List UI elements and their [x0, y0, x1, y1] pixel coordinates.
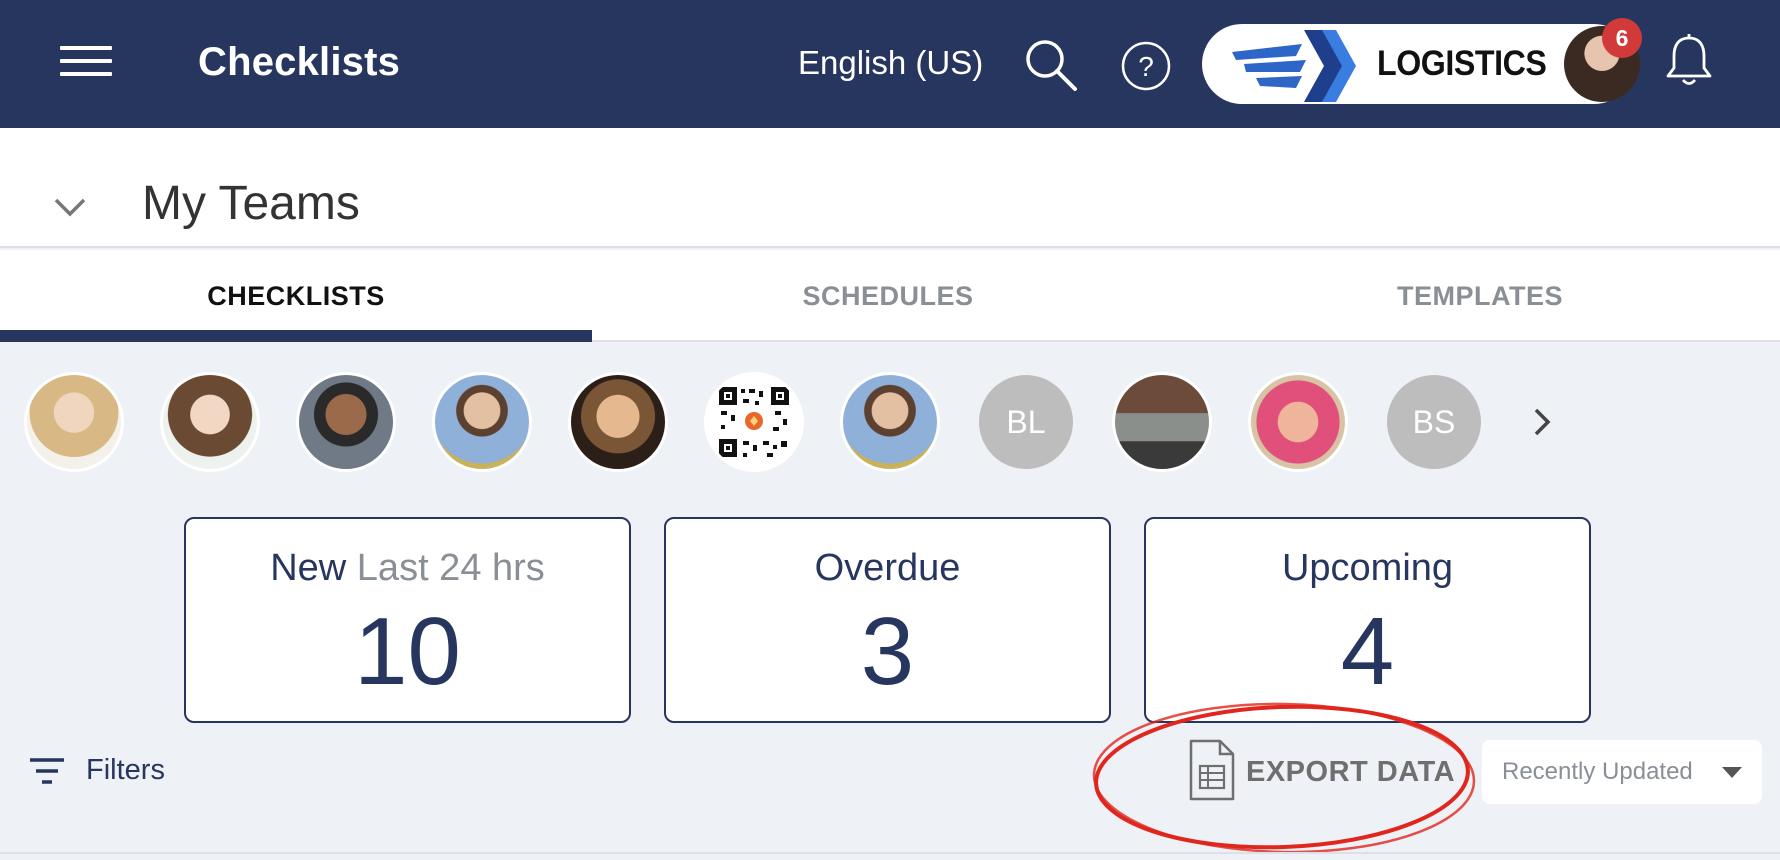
team-member-avatar[interactable]: [24, 372, 124, 472]
team-member-avatar[interactable]: [1112, 372, 1212, 472]
team-member-initials-avatar[interactable]: BS: [1384, 372, 1484, 472]
filter-icon: [30, 758, 64, 784]
tab-checklists[interactable]: CHECKLISTS: [0, 250, 592, 342]
tab-templates[interactable]: TEMPLATES: [1184, 250, 1776, 342]
qr-code-avatar[interactable]: [704, 372, 804, 472]
stat-card-overdue[interactable]: Overdue 3: [664, 517, 1111, 723]
section-header: My Teams: [0, 128, 1780, 248]
spreadsheet-file-icon: [1189, 739, 1235, 801]
stat-card-upcoming[interactable]: Upcoming 4: [1144, 517, 1591, 723]
notification-count-badge: 6: [1602, 18, 1642, 58]
tab-bar: CHECKLISTS SCHEDULES TEMPLATES: [0, 250, 1780, 342]
stat-label: New Last 24 hrs: [186, 547, 629, 590]
export-data-button[interactable]: EXPORT DATA: [1186, 738, 1455, 804]
stat-value: 3: [860, 598, 915, 705]
team-member-avatar[interactable]: [296, 372, 396, 472]
top-bar: Checklists English (US) ? LOGISTICS 6: [0, 0, 1780, 128]
chevron-down-icon[interactable]: [50, 192, 90, 222]
team-member-avatar[interactable]: [1248, 372, 1348, 472]
brand-logo-icon: [1232, 30, 1356, 102]
brand-account-pill[interactable]: LOGISTICS 6: [1202, 18, 1642, 104]
menu-icon[interactable]: [60, 46, 112, 84]
chevron-right-icon[interactable]: [1524, 404, 1560, 440]
app-root: Checklists English (US) ? LOGISTICS 6 My…: [0, 0, 1780, 860]
stat-value: 4: [1340, 598, 1395, 705]
section-title: My Teams: [142, 177, 360, 230]
export-data-label: EXPORT DATA: [1246, 756, 1456, 788]
team-member-avatar[interactable]: [840, 372, 940, 472]
stat-title: New: [270, 547, 347, 589]
stat-title: Overdue: [814, 547, 961, 589]
stat-title: Upcoming: [1281, 547, 1454, 589]
sort-dropdown[interactable]: Recently Updated: [1482, 740, 1762, 804]
brand-name: LOGISTICS: [1377, 44, 1547, 83]
stat-value: 10: [354, 598, 461, 705]
filters-label: Filters: [86, 754, 165, 786]
bell-icon[interactable]: [1664, 32, 1714, 88]
qr-code-icon: [717, 385, 791, 459]
stat-card-new[interactable]: New Last 24 hrs 10: [184, 517, 631, 723]
team-member-initials-avatar[interactable]: BL: [976, 372, 1076, 472]
caret-down-icon: [1722, 767, 1742, 778]
search-icon[interactable]: [1022, 36, 1080, 94]
help-icon[interactable]: ?: [1120, 40, 1172, 92]
sort-selected-value: Recently Updated: [1502, 758, 1693, 785]
team-member-avatar[interactable]: [160, 372, 260, 472]
team-member-avatar[interactable]: [568, 372, 668, 472]
language-selector[interactable]: English (US): [798, 44, 983, 82]
svg-text:?: ?: [1138, 51, 1154, 82]
team-member-avatar[interactable]: [432, 372, 532, 472]
app-title: Checklists: [198, 40, 401, 84]
stat-sublabel: Last 24 hrs: [356, 547, 545, 589]
active-tab-indicator: [0, 330, 592, 342]
tab-schedules[interactable]: SCHEDULES: [592, 250, 1184, 342]
divider: [0, 852, 1780, 854]
